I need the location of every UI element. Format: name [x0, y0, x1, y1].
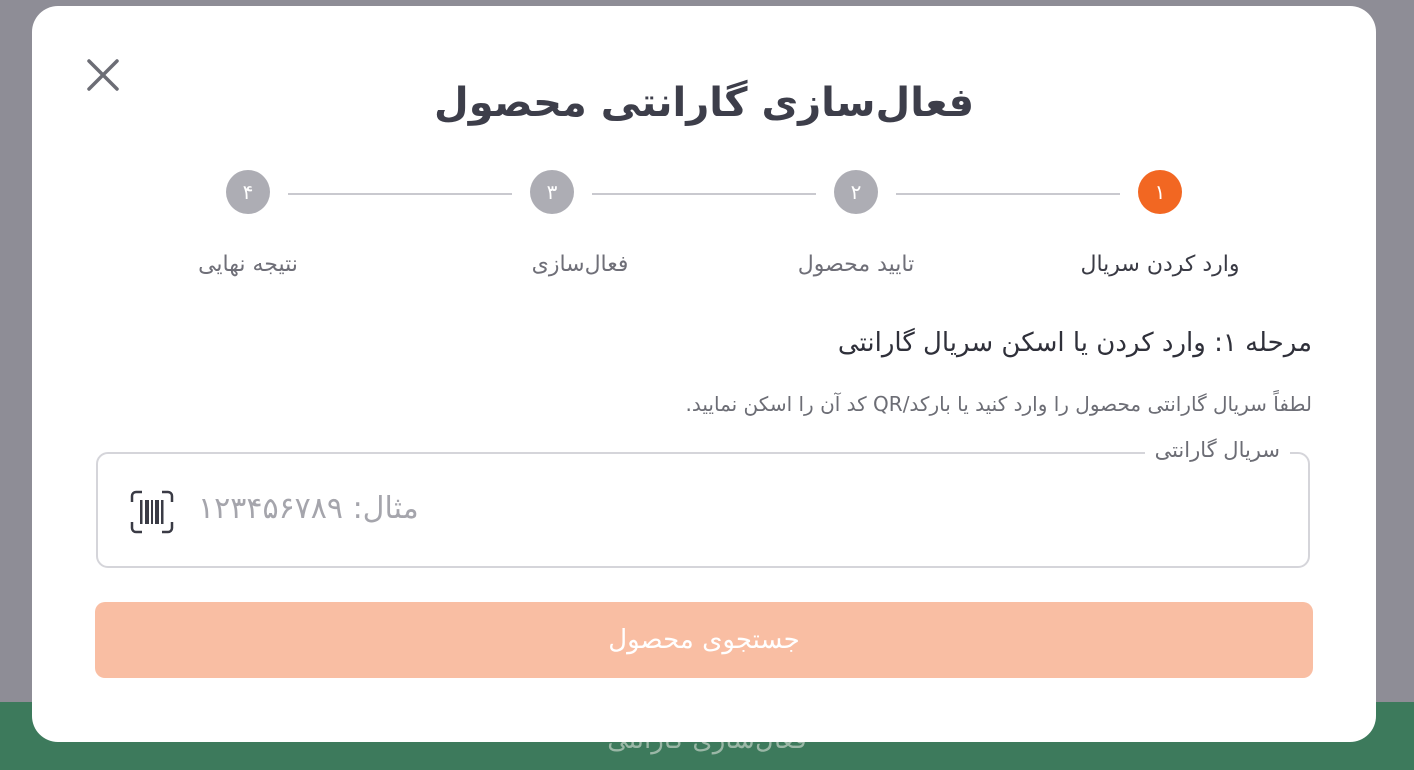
scan-barcode-button[interactable] — [130, 490, 174, 534]
step-1-indicator: ۱ — [1138, 170, 1182, 214]
step-4-indicator: ۴ — [226, 170, 270, 214]
search-product-button[interactable]: جستجوی محصول — [95, 602, 1313, 678]
serial-field-label: سریال گارانتی — [1144, 438, 1290, 462]
step-2-label: تایید محصول — [797, 252, 915, 277]
barcode-scan-icon — [130, 490, 174, 534]
serial-input[interactable] — [198, 480, 1288, 536]
step-4-label: نتیجه نهایی — [198, 252, 298, 277]
stepper: ۱ ۲ ۳ ۴ وارد کردن سریال تایید محصول فعال… — [32, 6, 1376, 306]
step-connector — [288, 193, 512, 195]
step-connector — [896, 193, 1120, 195]
step-1-label: وارد کردن سریال — [1080, 252, 1240, 277]
step-connector — [592, 193, 816, 195]
step-3-indicator: ۳ — [530, 170, 574, 214]
step-heading: مرحله ۱: وارد کردن یا اسکن سریال گارانتی — [837, 328, 1312, 358]
warranty-activation-modal: فعال‌سازی گارانتی محصول ۱ ۲ ۳ ۴ وارد کرد… — [32, 6, 1376, 742]
step-3-label: فعال‌سازی — [531, 252, 629, 277]
step-description: لطفاً سریال گارانتی محصول را وارد کنید ی… — [685, 392, 1312, 416]
serial-field: سریال گارانتی — [96, 438, 1310, 568]
step-2-indicator: ۲ — [834, 170, 878, 214]
